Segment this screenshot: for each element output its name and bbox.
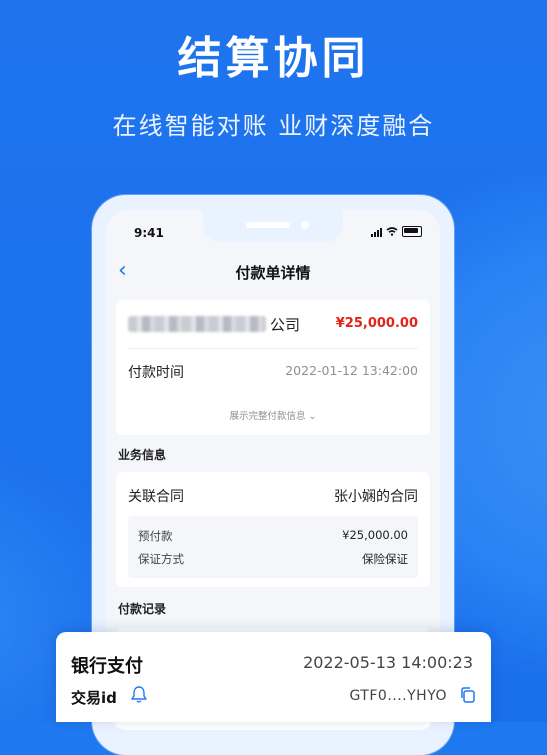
nav-bar: ‹ 付款单详情 xyxy=(106,260,440,284)
nav-title: 付款单详情 xyxy=(235,264,311,282)
company-suffix: 公司 xyxy=(270,316,301,334)
expand-link[interactable]: 展示完整付款信息 ⌄ xyxy=(116,408,430,422)
bell-icon[interactable] xyxy=(129,684,149,704)
battery-icon xyxy=(402,226,422,237)
phone-notch xyxy=(203,210,343,242)
company-name-blurred xyxy=(128,316,266,332)
records-section-title: 付款记录 xyxy=(118,602,167,616)
business-section-title: 业务信息 xyxy=(118,448,167,462)
payment-record-time: 2022-05-13 14:00:23 xyxy=(303,653,473,672)
contract-value[interactable]: 张小娴的合同 xyxy=(334,486,418,506)
hero-title: 结算协同 xyxy=(177,33,370,84)
pay-time-value: 2022-01-12 13:42:00 xyxy=(285,363,418,378)
txid-label: 交易id xyxy=(71,689,117,707)
detail-label: 预付款 xyxy=(138,529,173,543)
detail-label: 保证方式 xyxy=(138,552,184,566)
contract-detail-box: 预付款 ¥25,000.00 保证方式 保险保证 xyxy=(128,516,418,578)
status-time: 9:41 xyxy=(134,226,164,240)
copy-icon[interactable] xyxy=(459,686,477,704)
txid-value: GTF0....YHYO xyxy=(349,688,447,704)
payment-method: 银行支付 xyxy=(71,656,143,677)
detail-value: 保险保证 xyxy=(362,552,408,566)
detail-row: 保证方式 保险保证 xyxy=(138,551,408,567)
speaker xyxy=(246,222,290,228)
payment-amount: ¥25,000.00 xyxy=(335,316,418,331)
chevron-down-icon: ⌄ xyxy=(308,411,317,422)
payment-record-card[interactable]: 银行支付 2022-05-13 14:00:23 交易id GTF0....YH… xyxy=(56,632,491,722)
detail-value: ¥25,000.00 xyxy=(342,528,408,542)
detail-row: 预付款 ¥25,000.00 xyxy=(138,528,408,544)
signal-icon xyxy=(371,227,382,237)
contract-label: 关联合同 xyxy=(128,489,184,505)
camera xyxy=(301,221,309,229)
hero-subtitle: 在线智能对账 业财深度融合 xyxy=(112,112,435,140)
expand-label: 展示完整付款信息 xyxy=(229,411,306,422)
payment-card: 公司 ¥25,000.00 付款时间 2022-01-12 13:42:00 展… xyxy=(116,300,430,435)
wifi-icon xyxy=(386,227,398,236)
pay-time-label: 付款时间 xyxy=(128,365,184,381)
company-row: 公司 ¥25,000.00 xyxy=(128,312,418,349)
business-card: 关联合同 张小娴的合同 预付款 ¥25,000.00 保证方式 保险保证 xyxy=(116,472,430,587)
status-icons xyxy=(371,226,422,237)
